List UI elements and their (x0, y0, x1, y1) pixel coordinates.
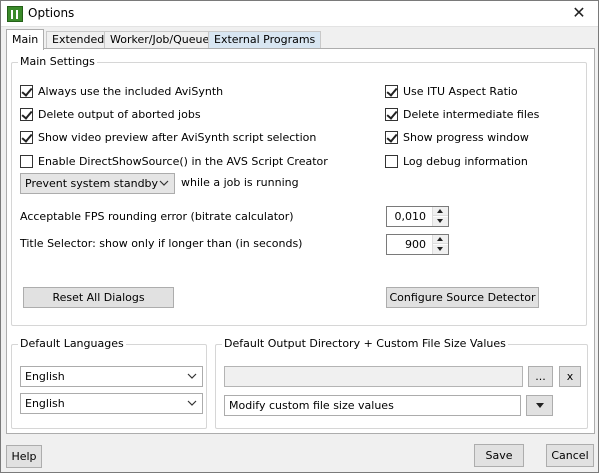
help-button[interactable]: Help (6, 445, 42, 468)
spin-down-button[interactable] (433, 245, 448, 254)
checkbox-box[interactable] (20, 107, 33, 121)
checkbox-always-use-avisynth[interactable]: Always use the included AviSynth (20, 83, 223, 99)
options-window: Options ✕ Main Extended Worker/Job/Queue… (0, 0, 599, 473)
browse-button[interactable]: ... (528, 366, 553, 387)
output-directory-label: Default Output Directory + Custom File S… (222, 337, 508, 351)
app-icon (7, 6, 23, 22)
checkbox-box[interactable] (20, 84, 33, 98)
language-combo-1-value: English (25, 370, 65, 383)
tab-main[interactable]: Main (6, 29, 45, 50)
checkbox-enable-directshowsource[interactable]: Enable DirectShowSource() in the AVS Scr… (20, 153, 328, 169)
checkbox-box[interactable] (20, 154, 33, 168)
window-title: Options (28, 6, 75, 20)
tab-page-main: Main Settings Always use the included Av… (6, 48, 595, 434)
tab-extended[interactable]: Extended (46, 31, 111, 49)
title-bar: Options ✕ (1, 1, 598, 27)
checkbox-box[interactable] (385, 130, 398, 144)
tab-worker-job-queue[interactable]: Worker/Job/Queue (104, 31, 216, 49)
custom-filesize-value: Modify custom file size values (229, 399, 394, 412)
main-settings-label: Main Settings (18, 55, 97, 69)
tab-strip: Main Extended Worker/Job/Queue External … (6, 29, 596, 50)
checkbox-label: Use ITU Aspect Ratio (403, 84, 518, 98)
checkbox-box[interactable] (385, 154, 398, 168)
dropdown-arrow-icon (535, 403, 544, 408)
checkbox-itu-aspect-ratio[interactable]: Use ITU Aspect Ratio (385, 83, 518, 99)
checkbox-box[interactable] (385, 107, 398, 121)
fps-rounding-value: 0,010 (394, 210, 427, 223)
default-languages-group: Default Languages English English (11, 337, 207, 429)
spin-down-button[interactable] (433, 217, 448, 226)
chevron-down-icon (187, 398, 197, 408)
checkbox-label: Delete output of aborted jobs (38, 107, 201, 121)
language-combo-2-value: English (25, 397, 65, 410)
save-button[interactable]: Save (474, 444, 524, 467)
spin-up-button[interactable] (433, 207, 448, 216)
down-arrow-icon (437, 247, 443, 251)
fps-rounding-label: Acceptable FPS rounding error (bitrate c… (20, 210, 294, 223)
checkbox-label: Log debug information (403, 154, 528, 168)
checkbox-box[interactable] (385, 84, 398, 98)
standby-combo[interactable]: Prevent system standby (20, 173, 175, 194)
checkbox-label: Enable DirectShowSource() in the AVS Scr… (38, 154, 328, 168)
spin-up-button[interactable] (433, 235, 448, 244)
spinner-buttons (432, 207, 448, 226)
close-icon[interactable]: ✕ (568, 3, 590, 23)
reset-all-dialogs-button[interactable]: Reset All Dialogs (23, 287, 174, 308)
custom-filesize-combo[interactable]: Modify custom file size values (224, 395, 521, 416)
clear-button[interactable]: x (559, 366, 581, 387)
configure-source-detector-button[interactable]: Configure Source Detector (386, 287, 539, 308)
spinner-buttons (432, 235, 448, 254)
output-directory-group: Default Output Directory + Custom File S… (215, 337, 588, 429)
output-directory-field[interactable] (224, 366, 523, 387)
checkbox-log-debug[interactable]: Log debug information (385, 153, 528, 169)
language-combo-2[interactable]: English (20, 393, 203, 414)
down-arrow-icon (437, 219, 443, 223)
chevron-down-icon (159, 178, 169, 188)
checkbox-delete-intermediate[interactable]: Delete intermediate files (385, 106, 539, 122)
up-arrow-icon (437, 237, 443, 241)
fps-rounding-spinner[interactable]: 0,010 (386, 206, 449, 227)
checkbox-show-preview[interactable]: Show video preview after AviSynth script… (20, 129, 316, 145)
checkbox-label: Delete intermediate files (403, 107, 540, 121)
tab-external-programs[interactable]: External Programs (208, 31, 322, 49)
cancel-button[interactable]: Cancel (546, 444, 594, 467)
language-combo-1[interactable]: English (20, 366, 203, 387)
filesize-dropdown-button[interactable] (526, 395, 553, 416)
checkbox-box[interactable] (20, 130, 33, 144)
standby-combo-value: Prevent system standby (25, 177, 159, 190)
checkbox-show-progress[interactable]: Show progress window (385, 129, 529, 145)
checkbox-label: Show progress window (403, 130, 529, 144)
chevron-down-icon (187, 371, 197, 381)
checkbox-label: Always use the included AviSynth (38, 84, 224, 98)
title-seconds-value: 900 (405, 238, 426, 251)
title-seconds-spinner[interactable]: 900 (386, 234, 449, 255)
checkbox-delete-aborted[interactable]: Delete output of aborted jobs (20, 106, 201, 122)
main-settings-group: Main Settings Always use the included Av… (11, 55, 587, 326)
checkbox-label: Show video preview after AviSynth script… (38, 130, 317, 144)
title-selector-label: Title Selector: show only if longer than… (20, 237, 303, 250)
default-languages-label: Default Languages (18, 337, 126, 351)
up-arrow-icon (437, 209, 443, 213)
standby-suffix-label: while a job is running (181, 176, 299, 189)
